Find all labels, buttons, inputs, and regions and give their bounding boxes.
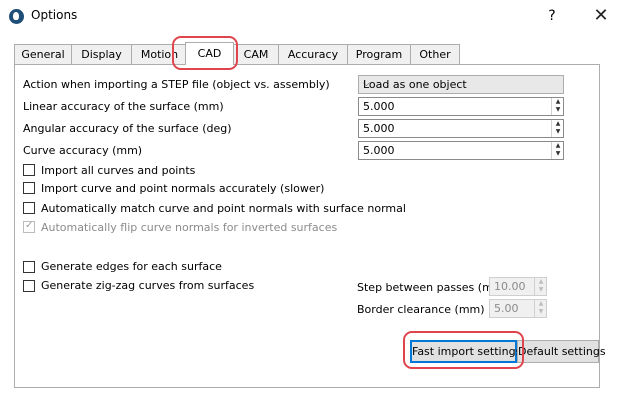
tab-cad[interactable]: CAD [185, 42, 234, 65]
close-icon[interactable]: ✕ [586, 3, 616, 29]
spin-buttons: ▲ ▼ [534, 278, 546, 295]
import-curves-checkbox[interactable] [23, 164, 35, 176]
border-clearance-label: Border clearance (mm) [357, 303, 485, 316]
spin-down-icon[interactable]: ▼ [553, 150, 563, 158]
spin-up-icon[interactable]: ▲ [553, 120, 563, 128]
spin-up-icon: ▲ [538, 300, 544, 307]
spin-buttons: ▲ ▼ [551, 98, 563, 115]
spin-down-icon[interactable]: ▼ [553, 106, 563, 114]
match-normals-label: Automatically match curve and point norm… [41, 202, 406, 215]
tab-display[interactable]: Display [71, 44, 132, 65]
spin-up-icon[interactable]: ▲ [553, 142, 563, 150]
spin-down-icon: ▼ [538, 308, 544, 315]
angular-accuracy-spinbox[interactable]: 5.000 ▲ ▼ [358, 119, 564, 138]
spin-buttons: ▲ ▼ [551, 142, 563, 159]
title-bar: Options ? ✕ [0, 0, 623, 32]
border-clearance-spinbox: 5.00 ▲ ▼ [489, 299, 547, 318]
window-title: Options [31, 8, 78, 22]
import-curves-label: Import all curves and points [41, 164, 196, 177]
spin-down-icon[interactable]: ▼ [553, 128, 563, 136]
step-between-passes-spinbox: 10.00 ▲ ▼ [489, 277, 547, 296]
app-logo-icon [9, 9, 24, 24]
linear-accuracy-spinbox[interactable]: 5.000 ▲ ▼ [358, 97, 564, 116]
match-normals-checkbox[interactable] [23, 202, 35, 214]
import-normals-checkbox[interactable] [23, 182, 35, 194]
step-between-passes-value: 10.00 [494, 280, 526, 293]
tab-accuracy[interactable]: Accuracy [278, 44, 348, 65]
chevron-down-icon: ⌵ [363, 79, 370, 89]
spin-buttons: ▲ ▼ [534, 300, 546, 317]
import-mode-label: Action when importing a STEP file (objec… [23, 78, 330, 91]
default-settings-button[interactable]: Default settings [517, 340, 606, 363]
help-button[interactable]: ? [543, 6, 561, 26]
zigzag-curves-checkbox[interactable] [23, 280, 35, 292]
import-normals-label: Import curve and point normals accuratel… [41, 182, 325, 195]
spin-buttons: ▲ ▼ [551, 120, 563, 137]
curve-accuracy-value: 5.000 [363, 144, 395, 157]
fast-import-settings-button[interactable]: Fast import settings [410, 340, 521, 363]
import-mode-dropdown[interactable]: Load as one object ⌵ [358, 75, 564, 94]
tab-motion[interactable]: Motion [131, 44, 188, 65]
step-between-passes-label: Step between passes (mm) [357, 281, 508, 294]
border-clearance-value: 5.00 [494, 302, 519, 315]
tab-other[interactable]: Other [410, 44, 460, 65]
linear-accuracy-value: 5.000 [363, 100, 395, 113]
tab-cam[interactable]: CAM [233, 44, 279, 65]
angular-accuracy-label: Angular accuracy of the surface (deg) [23, 122, 232, 135]
angular-accuracy-value: 5.000 [363, 122, 395, 135]
flip-normals-label: Automatically flip curve normals for inv… [41, 221, 338, 234]
tab-program[interactable]: Program [347, 44, 411, 65]
spin-up-icon: ▲ [538, 278, 544, 285]
curve-accuracy-spinbox[interactable]: 5.000 ▲ ▼ [358, 141, 564, 160]
linear-accuracy-label: Linear accuracy of the surface (mm) [23, 100, 224, 113]
zigzag-curves-label: Generate zig-zag curves from surfaces [41, 279, 255, 292]
generate-edges-label: Generate edges for each surface [41, 260, 222, 273]
generate-edges-checkbox[interactable] [23, 261, 35, 273]
tab-general[interactable]: General [14, 44, 72, 65]
curve-accuracy-label: Curve accuracy (mm) [23, 144, 143, 157]
spin-up-icon[interactable]: ▲ [553, 98, 563, 106]
flip-normals-checkbox [23, 220, 35, 233]
spin-down-icon: ▼ [538, 286, 544, 293]
